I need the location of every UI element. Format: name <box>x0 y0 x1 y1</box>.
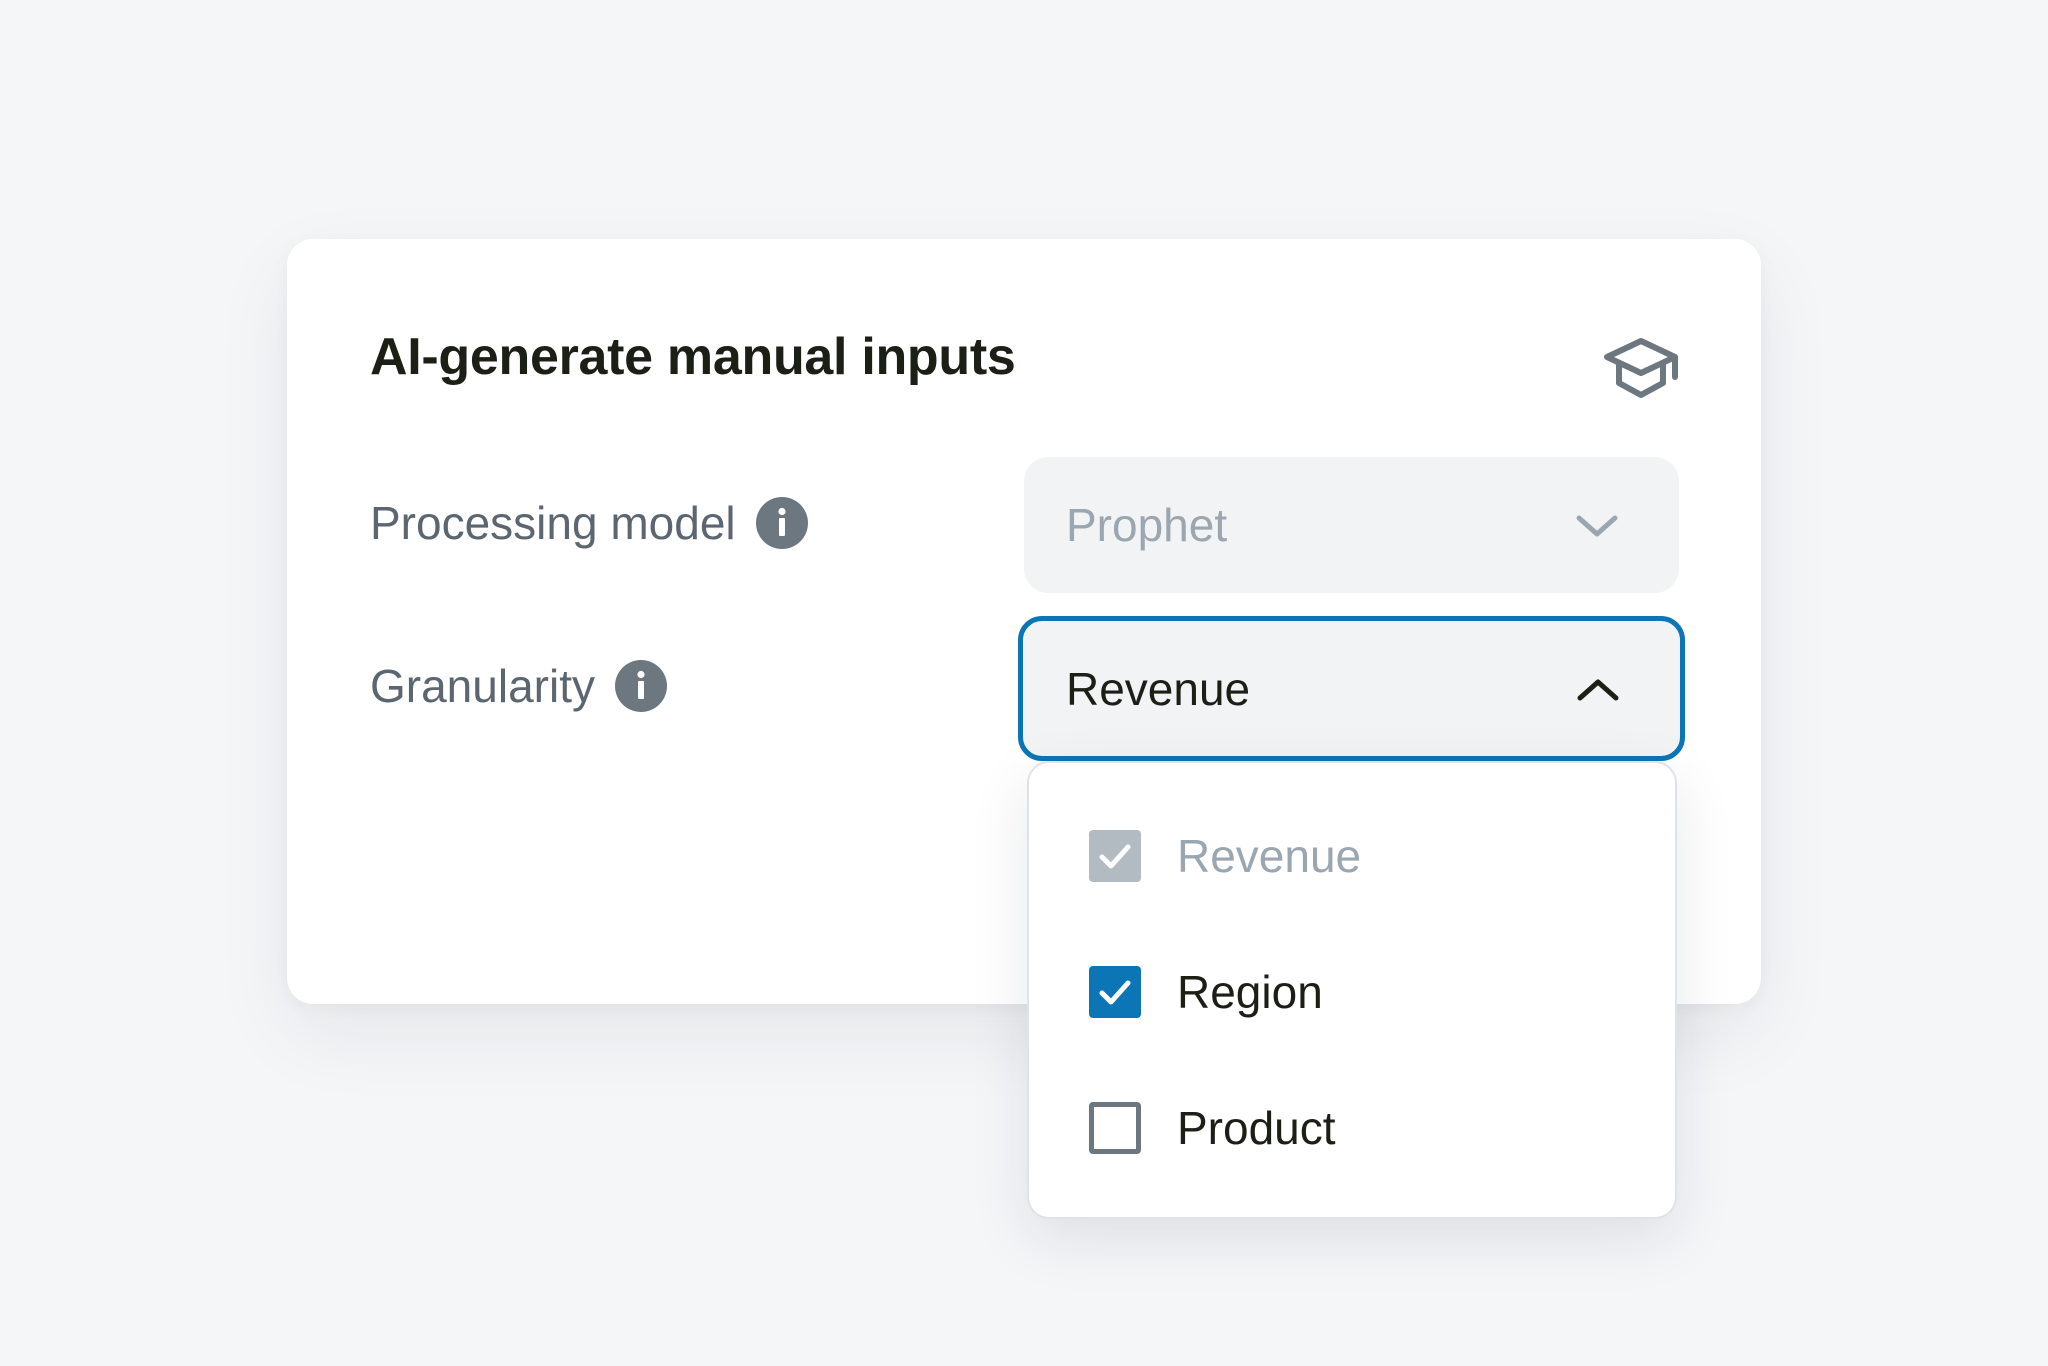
checkbox-checked[interactable] <box>1089 966 1141 1018</box>
option-label: Region <box>1177 966 1323 1018</box>
dropdown-option-product[interactable]: Product <box>1089 1101 1336 1155</box>
granularity-select[interactable]: Revenue <box>1018 616 1685 761</box>
chevron-down-icon <box>1576 515 1618 537</box>
option-label: Product <box>1177 1102 1336 1154</box>
graduation-cap-icon[interactable] <box>1599 331 1683 403</box>
dropdown-option-region[interactable]: Region <box>1089 965 1323 1019</box>
processing-model-select: Prophet <box>1024 457 1679 593</box>
checkbox-checked-disabled <box>1089 830 1141 882</box>
info-icon[interactable] <box>614 660 667 712</box>
granularity-dropdown-menu: Revenue Region Product <box>1027 761 1677 1219</box>
checkmark-icon <box>1099 844 1131 869</box>
chevron-up-icon <box>1577 679 1619 700</box>
info-icon[interactable] <box>755 497 808 549</box>
granularity-label-text: Granularity <box>370 660 595 712</box>
checkbox-unchecked[interactable] <box>1089 1102 1141 1154</box>
processing-model-value: Prophet <box>1066 499 1228 551</box>
processing-model-label: Processing model <box>370 496 808 550</box>
dropdown-option-revenue: Revenue <box>1089 829 1361 883</box>
card-title: AI-generate manual inputs <box>370 328 1016 386</box>
checkmark-icon <box>1099 980 1131 1005</box>
granularity-label: Granularity <box>370 659 667 713</box>
option-label: Revenue <box>1177 830 1362 882</box>
granularity-value: Revenue <box>1066 662 1251 715</box>
processing-model-label-text: Processing model <box>370 497 736 549</box>
